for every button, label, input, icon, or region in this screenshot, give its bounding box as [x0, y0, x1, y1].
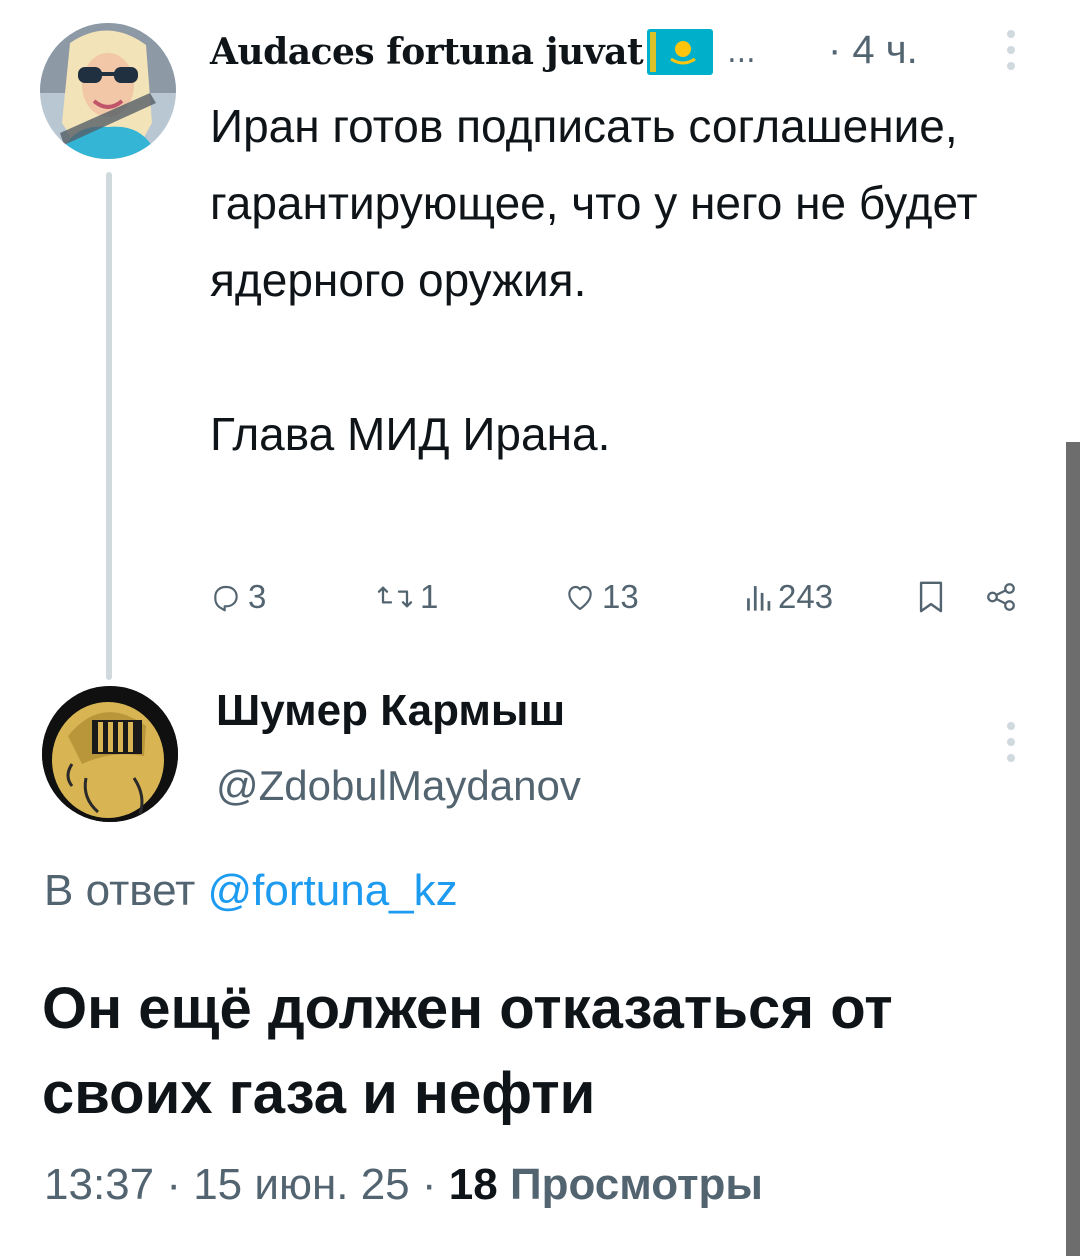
views-count: 18: [448, 1160, 498, 1209]
views-button[interactable]: 243: [744, 572, 833, 622]
kazakhstan-flag-icon: [647, 29, 714, 75]
more-options-icon[interactable]: [1006, 722, 1016, 762]
thread-connector-line: [106, 172, 112, 680]
tweet-text: Он ещё должен отказаться от своих газа и…: [42, 976, 893, 1126]
reply-icon: [214, 585, 238, 612]
author-handle[interactable]: @ZdobulMaydanov: [216, 762, 581, 810]
author-name[interactable]: Шумер Кармыш: [216, 686, 565, 736]
avatar-photo: [40, 23, 176, 159]
retweet-count: 1: [420, 578, 439, 615]
views-chart-icon: [747, 586, 771, 611]
more-options-icon[interactable]: [1006, 30, 1016, 70]
reply-context: В ответ @fortuna_kz: [44, 866, 458, 916]
like-button[interactable]: 13: [564, 572, 639, 622]
parent-tweet-header: Audaces fortuna juvat ...: [210, 22, 756, 82]
reply-to-mention-link[interactable]: @fortuna_kz: [208, 866, 458, 915]
heart-icon: [568, 585, 592, 611]
tweet-text: Иран готов подписать соглашение, гаранти…: [210, 100, 978, 460]
bookmark-icon: [919, 581, 943, 613]
share-button[interactable]: [984, 572, 1018, 622]
scrollbar[interactable]: [1066, 442, 1080, 1256]
avatar[interactable]: [42, 686, 178, 822]
tweet-time[interactable]: · 4 ч.: [828, 28, 918, 73]
avatar[interactable]: [40, 23, 176, 159]
name-truncation: ...: [727, 34, 756, 70]
retweet-button[interactable]: 1: [376, 572, 438, 622]
views-count: 243: [778, 578, 834, 615]
tweet-timestamp[interactable]: 13:37 · 15 июн. 25 ·: [44, 1160, 437, 1209]
avatar-illustration: [42, 686, 178, 822]
like-count: 13: [602, 578, 639, 615]
share-icon: [987, 583, 1015, 611]
retweet-icon: [377, 586, 413, 608]
author-name[interactable]: Audaces fortuna juvat: [210, 31, 644, 73]
reply-to-prefix: В ответ: [44, 866, 196, 915]
bookmark-button[interactable]: [916, 572, 946, 622]
tweet-actions: 3 1 13 243: [210, 572, 1030, 622]
views-label: Просмотры: [509, 1160, 763, 1209]
tweet-meta: 13:37 · 15 июн. 25 · 18 Просмотры: [44, 1160, 763, 1210]
reply-button[interactable]: 3: [210, 572, 266, 622]
reply-count: 3: [248, 578, 267, 615]
